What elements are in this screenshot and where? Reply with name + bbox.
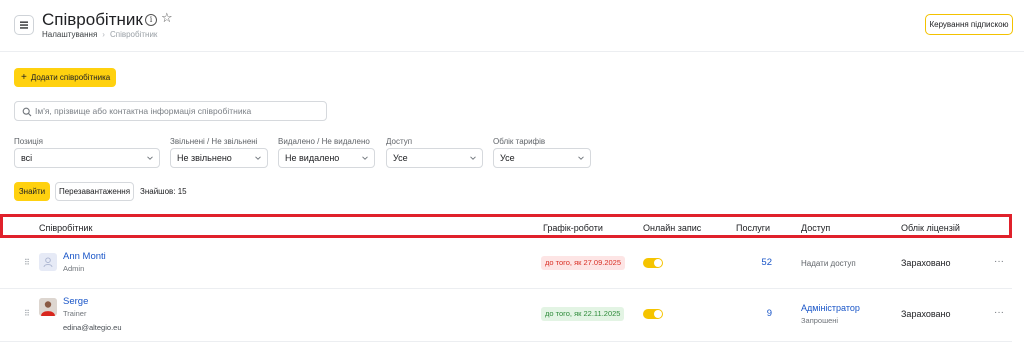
breadcrumb: Налаштування › Співробітник [42,30,157,39]
filter-tariff-label: Облік тарифів [493,137,546,146]
toggle-knob [654,310,662,318]
found-count: Знайшов: 15 [140,187,187,196]
add-employee-label: Додати співробітника [30,73,111,82]
filter-deleted-label: Видалено / Не видалено [278,137,370,146]
chevron-down-icon [470,156,476,160]
top-bar: Співробітник i ☆ Налаштування › Співробітн… [0,0,1024,52]
filter-deleted-value: Не видалено [285,153,340,163]
add-employee-button[interactable]: + Додати співробітника [14,68,116,87]
chevron-down-icon [255,156,261,160]
filter-access-label: Доступ [386,137,413,146]
search-icon [22,107,32,117]
hamburger-icon [20,21,28,29]
plus-icon: + [21,72,27,83]
schedule-badge[interactable]: до того, як 27.09.2025 [541,256,626,270]
avatar [39,298,57,316]
table-header-row: Співробітник Графік-роботи Онлайн запис … [0,214,1012,238]
reload-button[interactable]: Перезавантаження [55,182,134,201]
info-icon[interactable]: i [145,14,157,26]
breadcrumb-settings-link[interactable]: Налаштування [42,30,97,39]
chevron-down-icon [147,156,153,160]
star-icon[interactable]: ☆ [161,11,173,25]
chevron-down-icon [578,156,584,160]
filter-deleted-select[interactable]: Не видалено [278,148,375,168]
drag-handle-icon[interactable]: ⠿ [24,259,30,267]
filter-access-value: Усе [393,153,408,163]
table-row[interactable]: ⠿ Ann Monti Admin до того, як 27.09.2025… [0,241,1012,289]
filter-fired-select[interactable]: Не звільнено [170,148,268,168]
column-header-license[interactable]: Облік ліцензій [901,223,960,233]
access-role-link[interactable]: Адміністратор [801,303,860,313]
filter-fired-value: Не звільнено [177,153,232,163]
chevron-down-icon [362,156,368,160]
filter-access-select[interactable]: Усе [386,148,483,168]
search-input[interactable] [35,104,320,118]
services-count-link[interactable]: 9 [732,308,772,319]
more-options-icon[interactable]: ··· [994,256,1004,267]
column-header-employee[interactable]: Співробітник [39,223,92,233]
column-header-services[interactable]: Послуги [736,223,770,233]
filter-position-value: всі [21,153,33,163]
filter-tariff-value: Усе [500,153,515,163]
page-title: Співробітник [42,10,143,29]
find-button[interactable]: Знайти [14,182,50,201]
employee-name-link[interactable]: Serge [63,296,88,307]
license-status: Зараховано [901,309,951,319]
breadcrumb-current: Співробітник [109,30,158,39]
online-booking-toggle[interactable] [643,258,663,268]
column-header-schedule[interactable]: Графік-роботи [543,223,603,233]
search-box [14,101,327,121]
user-photo-icon [39,298,57,316]
employee-name-link[interactable]: Ann Monti [63,251,106,262]
user-placeholder-icon [43,257,53,268]
filter-fired-label: Звільнені / Не звільнені [170,137,258,146]
more-options-icon[interactable]: ··· [994,307,1004,318]
drag-handle-icon[interactable]: ⠿ [24,310,30,318]
filter-position-select[interactable]: всі [14,148,160,168]
employee-role: Trainer [63,309,87,318]
services-count-link[interactable]: 52 [732,257,772,268]
column-header-access[interactable]: Доступ [801,223,830,233]
online-booking-toggle[interactable] [643,309,663,319]
table-row[interactable]: ⠿ Serge Trainer edina@altegio.eu до того… [0,290,1012,342]
license-status: Зараховано [901,258,951,268]
toggle-knob [654,259,662,267]
access-status: Запрошені [801,316,839,325]
filter-position-label: Позиція [14,137,43,146]
breadcrumb-chevron-icon: › [102,30,105,39]
filter-tariff-select[interactable]: Усе [493,148,591,168]
employee-role: Admin [63,264,85,273]
menu-button[interactable] [14,15,34,35]
manage-subscription-button[interactable]: Керування підпискою [925,14,1013,35]
employee-email: edina@altegio.eu [63,323,122,332]
schedule-badge[interactable]: до того, як 22.11.2025 [541,307,625,321]
grant-access-link[interactable]: Надати доступ [801,259,856,268]
avatar [39,253,57,271]
column-header-online-booking[interactable]: Онлайн запис [643,223,701,233]
